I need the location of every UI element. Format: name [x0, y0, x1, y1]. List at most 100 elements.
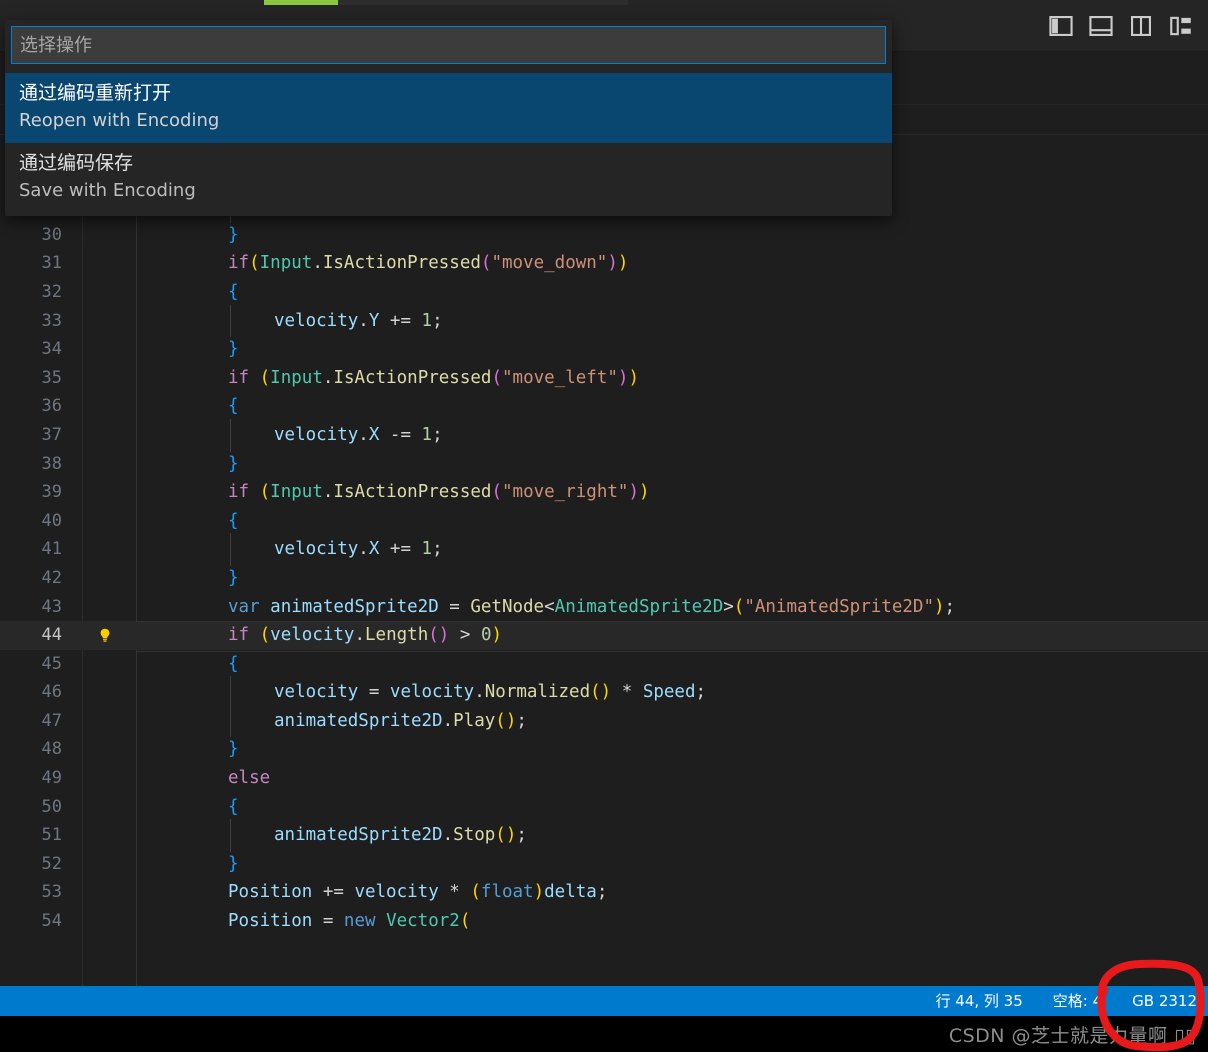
- code-token: ): [933, 596, 945, 617]
- code-token: X: [368, 539, 380, 560]
- code-line[interactable]: 35 if (Input.IsActionPressed("move_left"…: [0, 364, 1208, 393]
- code-line[interactable]: 44 if (velocity.Length() > 0): [0, 621, 1208, 652]
- code-line[interactable]: 45 {: [0, 650, 1208, 679]
- code-line[interactable]: 52 }: [0, 850, 1208, 879]
- code-line-text: {: [136, 392, 239, 421]
- customize-layout-icon[interactable]: [1168, 13, 1194, 39]
- code-line[interactable]: 41 velocity.X += 1;: [0, 533, 1208, 566]
- code-token: (: [733, 596, 745, 617]
- code-line-text: }: [136, 221, 239, 250]
- quick-pick-item[interactable]: 通过编码重新打开 Reopen with Encoding: [5, 73, 892, 143]
- code-line[interactable]: 54 Position = new Vector2(: [0, 907, 1208, 936]
- code-token: velocity: [389, 682, 475, 703]
- code-token: .: [312, 253, 323, 274]
- code-line[interactable]: 36 {: [0, 392, 1208, 421]
- code-line[interactable]: 47 animatedSprite2D.Play();: [0, 704, 1208, 738]
- code-token: Position: [228, 882, 313, 903]
- code-line[interactable]: 31 if(Input.IsActionPressed("move_down")…: [0, 249, 1208, 278]
- code-line[interactable]: 42 }: [0, 564, 1208, 593]
- code-token: 1: [421, 539, 433, 560]
- code-line[interactable]: 50 {: [0, 793, 1208, 822]
- code-token: ): [628, 482, 639, 503]
- watermark-text: CSDN @芝士就是力量啊 ▯▯: [948, 1025, 1196, 1047]
- status-encoding[interactable]: GB 2312: [1121, 986, 1208, 1016]
- code-token: Stop: [453, 825, 496, 846]
- code-line[interactable]: 46 velocity = velocity.Normalized() * Sp…: [0, 676, 1208, 709]
- code-token: Position: [228, 911, 313, 932]
- code-line[interactable]: 34 }: [0, 335, 1208, 364]
- code-token: animatedSprite2D: [270, 596, 439, 617]
- quick-pick-item-label: 通过编码保存: [19, 152, 134, 174]
- quick-pick-item-label: 通过编码重新打开: [19, 82, 172, 104]
- tab-inactive-strip: [338, 0, 628, 5]
- code-line[interactable]: 49 else: [0, 764, 1208, 793]
- quick-pick-list: 通过编码重新打开 Reopen with Encoding 通过编码保存 Save w…: [5, 73, 892, 213]
- toggle-primary-sidebar-icon[interactable]: [1048, 13, 1074, 39]
- quick-pick-input[interactable]: [11, 26, 886, 64]
- code-token: velocity: [274, 682, 359, 703]
- code-token: ;: [516, 710, 527, 731]
- code-token: "move_left": [502, 367, 618, 388]
- code-line[interactable]: 32 {: [0, 278, 1208, 307]
- code-token: velocity: [354, 882, 439, 903]
- code-token: ): [491, 625, 503, 646]
- code-token: Speed: [642, 682, 696, 703]
- code-token: IsActionPressed: [333, 367, 492, 388]
- code-line[interactable]: 38 }: [0, 450, 1208, 479]
- code-line-text: animatedSprite2D.Play();: [136, 704, 527, 738]
- line-number: 52: [41, 853, 62, 874]
- code-line[interactable]: 48 }: [0, 735, 1208, 764]
- status-bar: 行 44, 列 35 空格: 4 GB 2312: [0, 986, 1208, 1016]
- toggle-secondary-sidebar-icon[interactable]: [1128, 13, 1154, 39]
- code-token: X: [368, 424, 380, 445]
- line-number: 41: [41, 539, 62, 560]
- code-token: =: [438, 596, 471, 617]
- status-indentation[interactable]: 空格: 4: [1042, 986, 1113, 1016]
- code-line[interactable]: 51 animatedSprite2D.Stop();: [0, 819, 1208, 852]
- code-line[interactable]: 30 }: [0, 221, 1208, 250]
- code-lines: 27 if (Input.IsActionPressed("move_up"))…: [0, 135, 1208, 936]
- code-line[interactable]: 53 Position += velocity * (float)delta;: [0, 878, 1208, 907]
- status-cursor-position[interactable]: 行 44, 列 35: [925, 986, 1034, 1016]
- line-number: 46: [41, 682, 62, 703]
- code-token: new: [343, 911, 376, 932]
- quick-pick-widget[interactable]: 通过编码重新打开 Reopen with Encoding 通过编码保存 Save w…: [5, 20, 892, 216]
- code-line[interactable]: 37 velocity.X -= 1;: [0, 418, 1208, 452]
- line-number: 39: [41, 482, 62, 503]
- code-line[interactable]: 43 var animatedSprite2D = GetNode<Animat…: [0, 593, 1208, 622]
- code-token: (: [480, 253, 492, 274]
- code-editor[interactable]: 27 if (Input.IsActionPressed("move_up"))…: [0, 135, 1208, 986]
- code-token: (: [491, 482, 502, 503]
- line-number: 40: [41, 510, 62, 531]
- indent-guide: [228, 533, 274, 566]
- code-token: if: [228, 482, 250, 503]
- quick-pick-item[interactable]: 通过编码保存 Save with Encoding: [5, 143, 892, 213]
- quick-pick-input-wrap: [5, 20, 892, 64]
- lightbulb-icon[interactable]: [97, 627, 113, 644]
- code-token: (: [259, 482, 271, 503]
- line-number: 43: [41, 596, 62, 617]
- code-line[interactable]: 33 velocity.Y += 1;: [0, 304, 1208, 337]
- code-token: var: [228, 596, 260, 617]
- code-token: }: [228, 853, 239, 874]
- code-line[interactable]: 40 {: [0, 507, 1208, 536]
- toggle-panel-icon[interactable]: [1088, 13, 1114, 39]
- code-line[interactable]: 39 if (Input.IsActionPressed("move_right…: [0, 478, 1208, 507]
